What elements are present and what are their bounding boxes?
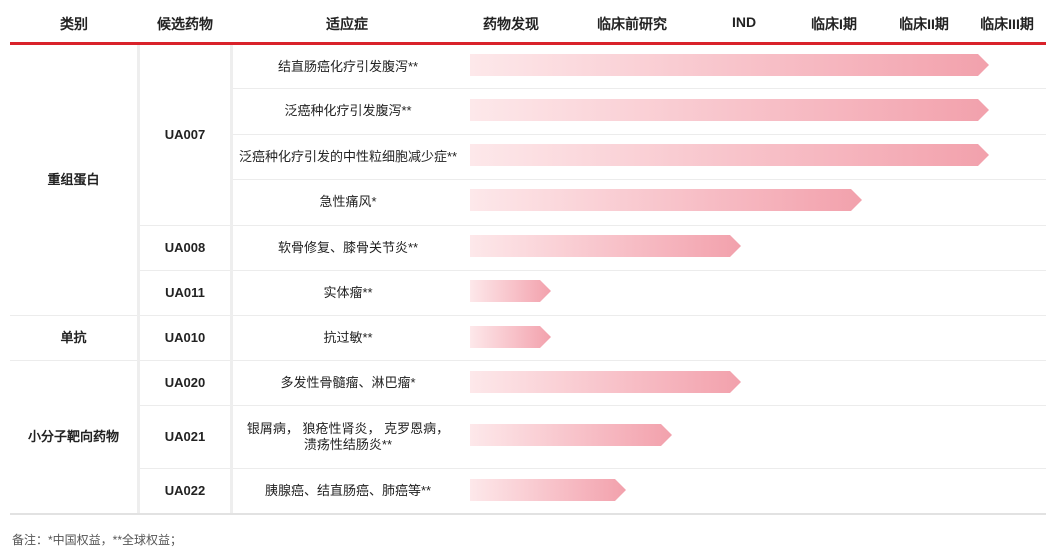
header-indication: 适应症 (326, 16, 368, 32)
progress-bar (470, 54, 989, 76)
header-ind: IND (731, 14, 757, 30)
indication-label: 急性痛风* (319, 194, 377, 209)
footnote: 备注：*中国权益，**全球权益； (12, 533, 183, 547)
header-candidate: 候选药物 (157, 16, 213, 32)
progress-bar (470, 424, 672, 446)
progress-bar (470, 144, 989, 166)
header-preclinical: 临床前研究 (597, 16, 667, 32)
progress-bar (470, 280, 551, 302)
progress-bar (470, 326, 551, 348)
indication-label: 实体瘤** (323, 284, 373, 300)
candidate-ua008: UA008 (164, 239, 206, 255)
header-phase2: 临床II期 (899, 16, 949, 32)
indication-label: 泛癌种化疗引发的中性粒细胞减少症** (238, 148, 458, 164)
progress-bar (470, 479, 626, 501)
candidate-ua011: UA011 (165, 284, 205, 300)
category-small-molecule: 小分子靶向药物 (27, 428, 119, 444)
header-phase3: 临床III期 (980, 16, 1034, 32)
category-recombinant-protein: 重组蛋白 (47, 172, 100, 187)
candidate-ua007: UA007 (164, 127, 206, 142)
table-bottom-border (10, 513, 1046, 515)
header-category: 类别 (60, 16, 88, 32)
progress-bar (470, 99, 989, 121)
candidate-ua022: UA022 (164, 482, 206, 498)
header-phase1: 临床I期 (811, 16, 857, 32)
category-monoclonal-antibody: 单抗 (60, 329, 87, 345)
indication-label: 胰腺癌、结直肠癌、肺癌等** (264, 482, 432, 498)
candidate-ua010: UA010 (164, 329, 206, 345)
indication-label: 泛癌种化疗引发腹泻** (284, 103, 412, 118)
table-header: 类别 候选药物 适应症 药物发现 临床前研究 IND 临床I期 临床II期 临床… (0, 0, 1049, 44)
progress-bar (470, 235, 741, 257)
header-discovery: 药物发现 (483, 16, 539, 32)
candidate-ua020: UA020 (164, 374, 206, 390)
candidate-ua021: UA021 (164, 428, 206, 444)
progress-bar (470, 371, 741, 393)
indication-label: 多发性骨髓瘤、淋巴瘤* (280, 374, 416, 390)
indication-label: 银屑病， 狼疮性肾炎， 克罗恩病， 溃疡性结肠炎** (246, 420, 450, 452)
progress-bar (470, 189, 862, 211)
indication-label: 抗过敏** (323, 329, 373, 345)
indication-label: 结直肠癌化疗引发腹泻** (277, 58, 419, 74)
indication-label: 软骨修复、膝骨关节炎** (277, 239, 419, 255)
